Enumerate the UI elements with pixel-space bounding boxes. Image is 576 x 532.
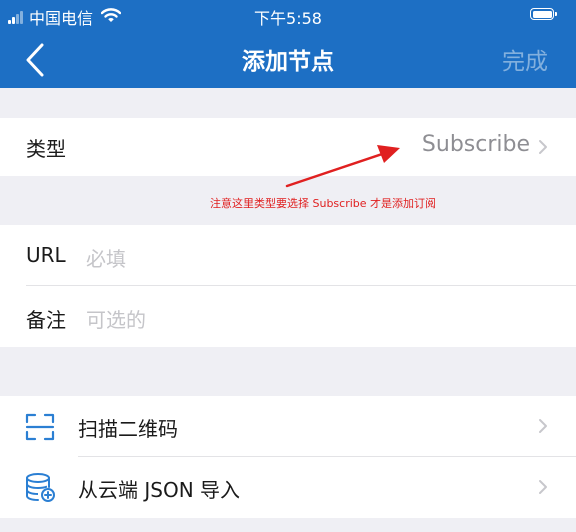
qr-scan-icon [25,413,55,441]
type-value: Subscribe [421,132,530,157]
note-placeholder: 可选的 [86,308,146,332]
page-title: 添加节点 [242,49,334,75]
url-field[interactable]: URL 必填 [0,225,576,285]
scan-qr-row[interactable]: 扫描二维码 [0,396,576,456]
form-group: URL 必填 备注 可选的 [0,225,576,347]
chevron-right-icon [539,140,547,154]
nav-bar: 添加节点 完成 [0,30,576,88]
url-label: URL [26,243,66,267]
import-json-row[interactable]: 从云端 JSON 导入 [0,457,576,518]
url-placeholder: 必填 [86,247,126,271]
chevron-right-icon [539,480,547,494]
battery-icon [530,8,557,20]
type-row[interactable]: 类型 Subscribe [0,118,576,176]
cloud-database-icon [26,473,55,502]
status-time: 下午5:58 [254,9,322,28]
scan-qr-label: 扫描二维码 [78,417,178,441]
status-bar: 中国电信 下午5:58 [0,0,576,30]
note-field[interactable]: 备注 可选的 [0,286,576,347]
annotation-text: 注意这里类型要选择 Subscribe 才是添加订阅 [210,197,437,210]
done-button[interactable]: 完成 [502,42,548,76]
import-json-label: 从云端 JSON 导入 [78,478,241,502]
action-group: 扫描二维码 从云端 JSON 导入 [0,396,576,518]
type-label: 类型 [26,137,66,161]
chevron-right-icon [539,419,547,433]
header: 中国电信 下午5:58 添加节点 完成 [0,0,576,88]
note-label: 备注 [26,308,66,332]
